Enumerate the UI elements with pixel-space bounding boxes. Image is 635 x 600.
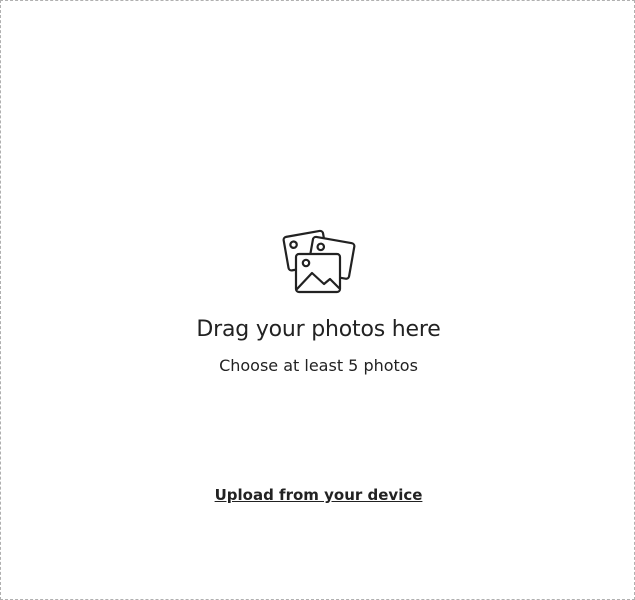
photos-stack-icon	[280, 226, 358, 296]
photo-dropzone[interactable]: Drag your photos here Choose at least 5 …	[0, 0, 635, 600]
upload-from-device-link[interactable]: Upload from your device	[215, 486, 423, 504]
upload-from-device-wrapper: Upload from your device	[1, 484, 635, 506]
dropzone-subtitle: Choose at least 5 photos	[219, 356, 418, 375]
dropzone-title: Drag your photos here	[196, 317, 441, 342]
